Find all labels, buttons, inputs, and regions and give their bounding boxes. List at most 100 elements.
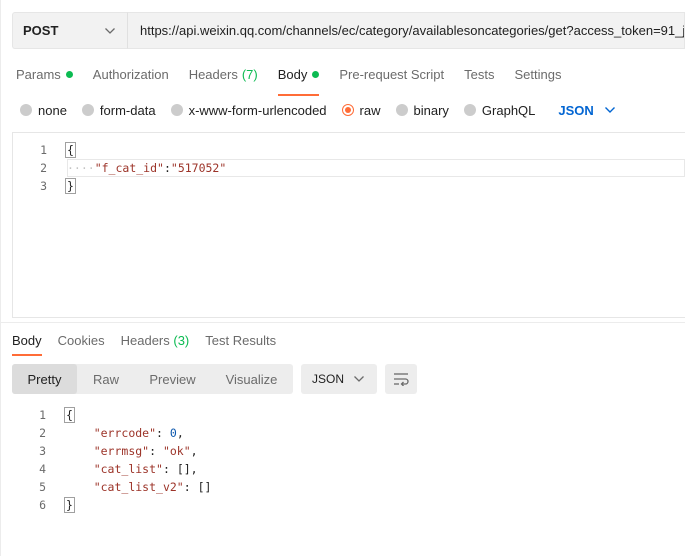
url-input[interactable]: https://api.weixin.qq.com/channels/ec/ca… [127,12,685,49]
line-number: 3 [39,444,46,458]
json-colon: : [163,161,171,175]
request-tabs: Params Authorization Headers (7) Body Pr… [16,66,581,96]
code-line: 2 ····"f_cat_id":"517052" [13,159,226,177]
view-raw-button[interactable]: Raw [77,364,135,394]
button-label: Visualize [225,371,278,387]
radio-circle[interactable] [395,104,408,116]
view-preview-button[interactable]: Preview [135,364,210,394]
tab-headers[interactable]: Headers (7) [189,67,258,82]
response-body-viewer[interactable]: 1 { 2 "errcode": 0, 3 "errmsg": "ok", 4 … [12,404,685,554]
code-line: 1 { [13,141,76,159]
button-label: Preview [149,371,196,387]
url-text: https://api.weixin.qq.com/channels/ec/ca… [140,23,685,38]
active-tab-indicator [277,93,320,96]
tab-label: Pre-request Script [339,66,445,82]
radio-label: GraphQL [481,102,536,118]
indent-dots: ···· [67,161,95,175]
code-line: 2 "errcode": 0, [12,424,184,442]
tab-label: Test Results [205,332,277,348]
json-key: "cat_list_v2" [93,480,184,494]
radio-raw[interactable]: raw [341,102,381,118]
line-number: 4 [39,462,46,476]
radio-form-data[interactable]: form-data [81,102,156,118]
tab-response-body[interactable]: Body [12,332,42,356]
tab-pre-request-script[interactable]: Pre-request Script [339,67,444,82]
tab-params[interactable]: Params [16,67,73,82]
radio-label: none [38,102,67,118]
radio-binary[interactable]: binary [395,102,449,118]
open-brace: { [64,407,75,423]
tab-count: (7) [241,66,258,82]
wrap-lines-button[interactable] [385,364,417,394]
request-body-editor[interactable]: 1 { 2 ····"f_cat_id":"517052" 3 } [12,132,685,318]
body-type-selector: none form-data x-www-form-urlencoded raw… [20,102,616,118]
response-format-select[interactable]: JSON [301,364,377,394]
code-line: 6 } [12,496,75,514]
radio-circle[interactable] [20,104,32,116]
tab-body[interactable]: Body [277,67,320,96]
tab-label: Tests [464,66,495,82]
method-label: POST [23,23,59,38]
code-line: 3 "errmsg": "ok", [12,442,198,460]
method-select[interactable]: POST [12,12,127,49]
chevron-down-icon [354,376,364,382]
radio-circle[interactable] [463,104,476,116]
json-key: "errmsg" [93,444,150,458]
window-left-border [0,0,1,556]
line-number: 1 [40,143,47,157]
button-label: Pretty [27,371,62,387]
json-key: "errcode" [93,426,157,440]
format-label: JSON [312,372,345,386]
radio-none[interactable]: none [20,103,67,118]
tab-response-headers[interactable]: Headers (3) [121,333,190,348]
format-label: JSON [558,102,594,118]
tab-label: Authorization [92,66,169,82]
radio-urlencoded[interactable]: x-www-form-urlencoded [170,102,327,118]
json-key: "cat_list" [93,462,163,476]
code-line: 4 "cat_list": [], [12,460,198,478]
tab-label: Body [12,332,42,348]
line-number: 2 [39,426,46,440]
json-key: "f_cat_id" [94,161,164,175]
tab-settings[interactable]: Settings [514,67,561,82]
tab-count: (3) [173,332,190,348]
line-number: 6 [39,498,46,512]
radio-circle[interactable] [170,104,183,116]
radio-label: form-data [99,102,156,118]
body-format-select[interactable]: JSON [558,103,615,118]
radio-label: raw [359,102,381,118]
pane-divider[interactable] [0,322,685,323]
tab-authorization[interactable]: Authorization [93,67,169,82]
status-dot [312,70,320,78]
tab-test-results[interactable]: Test Results [205,333,276,348]
json-value: "ok" [162,444,191,458]
radio-graphql[interactable]: GraphQL [463,102,536,118]
radio-circle-checked[interactable] [341,104,354,116]
chevron-down-icon [105,27,115,34]
text-wrap-icon [394,373,409,386]
code-line: 5 "cat_list_v2": [] [12,478,211,496]
status-dot [65,70,73,78]
button-label: Raw [92,371,119,387]
tab-label: Headers [188,66,238,82]
json-value: 0 [169,426,177,440]
response-tabs: Body Cookies Headers (3) Test Results [12,332,292,356]
radio-label: binary [413,102,449,118]
json-value: [] [197,480,212,494]
tab-label: Cookies [57,332,105,348]
chevron-down-icon [604,107,615,113]
radio-circle[interactable] [81,104,94,116]
tab-tests[interactable]: Tests [464,67,494,82]
radio-label: x-www-form-urlencoded [188,102,327,118]
view-pretty-button[interactable]: Pretty [12,364,77,394]
open-brace: { [65,142,76,158]
line-number: 3 [40,179,47,193]
close-brace: } [65,178,76,194]
view-visualize-button[interactable]: Visualize [210,364,293,394]
tab-cookies[interactable]: Cookies [58,333,105,348]
line-number: 1 [39,408,46,422]
close-brace: } [64,497,75,513]
tab-label: Headers [120,332,170,348]
response-view-group: Pretty Raw Preview Visualize [12,364,293,394]
tab-label: Params [16,66,61,82]
